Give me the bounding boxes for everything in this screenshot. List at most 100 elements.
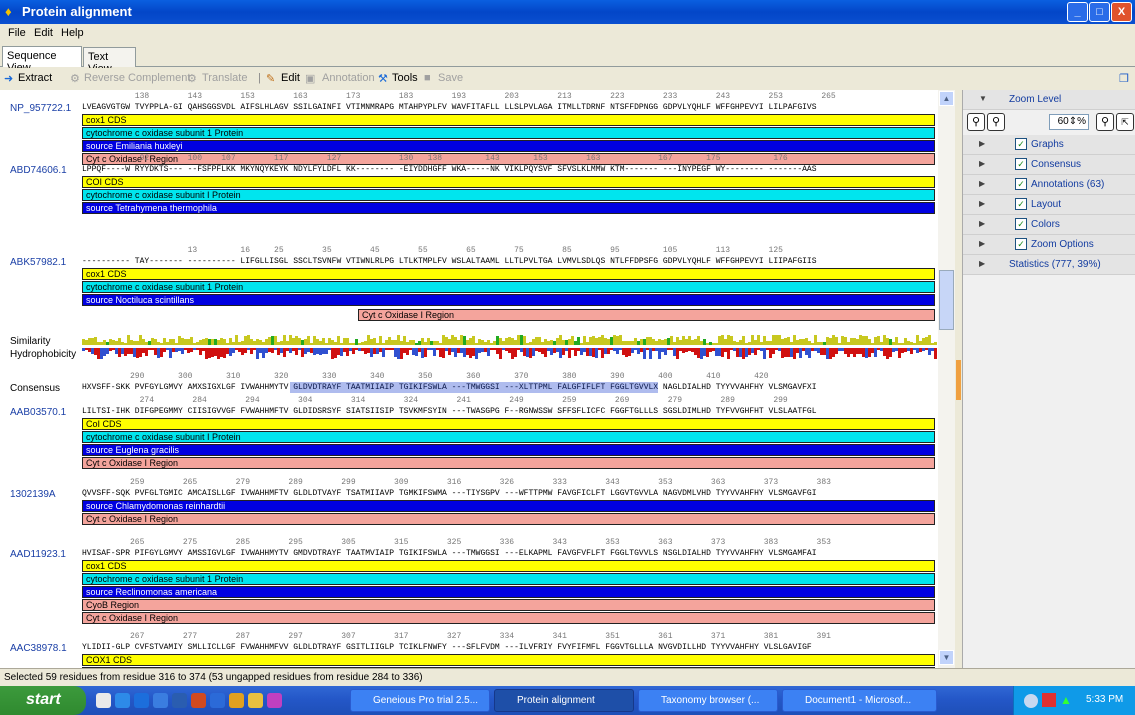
annotation-track[interactable]: cox1 CDS	[82, 268, 935, 280]
scroll-thumb[interactable]	[939, 270, 954, 330]
layout-checkbox[interactable]: ✓	[1015, 198, 1027, 210]
annotation-track[interactable]: source Reclinomonas americana	[82, 586, 935, 598]
tray-icon[interactable]	[1024, 694, 1038, 708]
taskbar-item-geneious[interactable]: Geneious Pro trial 2.5...	[350, 689, 490, 712]
quicklaunch-icon[interactable]	[191, 693, 206, 708]
minimize-button[interactable]: _	[1067, 2, 1088, 22]
menu-file[interactable]: File	[8, 27, 26, 39]
quicklaunch-icon[interactable]	[267, 693, 282, 708]
start-button[interactable]: start	[0, 686, 86, 715]
sequence-name[interactable]: 1302139A	[10, 489, 56, 500]
sequence-residues[interactable]: HVISAF-SPR PIFGYLGMVY AMSSIGVLGF IVWAHHM…	[82, 549, 937, 558]
section-statistics[interactable]: ▶ Statistics (777, 39%)	[963, 255, 1135, 275]
annotation-track[interactable]: Cyt c Oxidase I Region	[82, 457, 935, 469]
quicklaunch-icon[interactable]	[134, 693, 149, 708]
taskbar-item-protein-alignment[interactable]: Protein alignment	[494, 689, 634, 712]
section-colors[interactable]: ▶ ✓ Colors	[963, 215, 1135, 235]
section-zoom-options[interactable]: ▶ ✓ Zoom Options	[963, 235, 1135, 255]
menu-help[interactable]: Help	[61, 27, 84, 39]
taskbar-item-document1[interactable]: Document1 - Microsof...	[782, 689, 937, 712]
annotation-track[interactable]: Cyt c Oxidase I Region	[82, 612, 935, 624]
zoom-level-header[interactable]: ▼ Zoom Level	[963, 90, 1135, 110]
position-ruler: 267 277 287 297 307 317 327 334 341 351 …	[82, 632, 831, 641]
annotation-track[interactable]: COI CDS	[82, 176, 935, 188]
quicklaunch-icon[interactable]	[96, 693, 111, 708]
sequence-name[interactable]: ABK57982.1	[10, 257, 66, 268]
save-button[interactable]: Save	[438, 72, 463, 84]
taskbar-item-taxonomy-browser[interactable]: Taxonomy browser (...	[638, 689, 778, 712]
annotation-button[interactable]: Annotation	[322, 72, 375, 84]
graphs-checkbox[interactable]: ✓	[1015, 138, 1027, 150]
close-button[interactable]: X	[1111, 2, 1132, 22]
extract-button[interactable]: Extract	[18, 72, 52, 84]
annotation-track[interactable]: CyoB Region	[82, 599, 935, 611]
tab-sequence-view[interactable]: Sequence View	[2, 46, 82, 74]
panel-splitter[interactable]	[956, 360, 961, 400]
sequence-residues[interactable]: QVVSFF-SQK PVFGLTGMIC AMCAISLLGF IVWAHHM…	[82, 489, 937, 498]
annotation-track[interactable]: COX1 CDS	[82, 654, 935, 666]
sequence-residues[interactable]: LVEAGVGTGW TVYPPLA-GI QAHSGGSVDL AIFSLHL…	[82, 103, 937, 112]
word-icon[interactable]	[172, 693, 187, 708]
network-icon[interactable]: ▲	[1060, 693, 1072, 707]
zoom-to-fit-icon[interactable]: ⇱	[1116, 113, 1134, 131]
zoom-to-selection-icon[interactable]: ⚲	[1096, 113, 1114, 131]
annotation-track[interactable]: CoI CDS	[82, 418, 935, 430]
quicklaunch-icon[interactable]	[248, 693, 263, 708]
annotation-track[interactable]: source Noctiluca scintillans	[82, 294, 935, 306]
annotation-track[interactable]: Cyt c Oxidase I Region	[358, 309, 935, 321]
section-consensus[interactable]: ▶ ✓ Consensus	[963, 155, 1135, 175]
consensus-checkbox[interactable]: ✓	[1015, 158, 1027, 170]
tab-text-view[interactable]: Text View	[83, 47, 136, 75]
sequence-name[interactable]: ABD74606.1	[10, 165, 67, 176]
zoom-in-icon[interactable]: ⚲	[967, 113, 985, 131]
menu-edit[interactable]: Edit	[34, 27, 53, 39]
annotations-checkbox[interactable]: ✓	[1015, 178, 1027, 190]
security-alert-icon[interactable]	[1042, 693, 1056, 707]
sequence-residues[interactable]: ---------- TAY------- ---------- LIFGLLI…	[82, 257, 937, 266]
maximize-button[interactable]: □	[1089, 2, 1110, 22]
section-graphs[interactable]: ▶ ✓ Graphs	[963, 135, 1135, 155]
sequence-name[interactable]: AAD11923.1	[10, 549, 66, 560]
hydrophobicity-label: Hydrophobicity	[10, 349, 77, 360]
edit-button[interactable]: Edit	[281, 72, 300, 84]
detach-window-icon[interactable]: ❐	[1119, 72, 1129, 85]
sequence-name[interactable]: NP_957722.1	[10, 103, 71, 114]
ie-icon[interactable]	[115, 693, 130, 708]
title-bar: ♦ Protein alignment _ □ X	[0, 0, 1135, 24]
annotation-track[interactable]: cytochrome c oxidase subunit I Protein	[82, 189, 935, 201]
sequence-name[interactable]: AAC38978.1	[10, 643, 67, 654]
annotation-track[interactable]: cox1 CDS	[82, 560, 935, 572]
scroll-up-button[interactable]: ▲	[939, 91, 954, 106]
zoom-options-checkbox[interactable]: ✓	[1015, 238, 1027, 250]
folder-icon[interactable]	[229, 693, 244, 708]
sequence-residues[interactable]: YLIDII-GLP CVFSTVAMIY SMLLICLLGF FVWAHHM…	[82, 643, 937, 652]
section-label: Consensus	[1031, 159, 1082, 170]
annotation-track[interactable]: source Emiliania huxleyi	[82, 140, 935, 152]
alignment-view[interactable]: NP_957722.1 138 143 153 163 173 183 193 …	[0, 90, 955, 668]
annotation-track[interactable]: cytochrome c oxidase subunit 1 Protein	[82, 281, 935, 293]
section-annotations[interactable]: ▶ ✓ Annotations (63)	[963, 175, 1135, 195]
colors-checkbox[interactable]: ✓	[1015, 218, 1027, 230]
sequence-residues[interactable]: LPPQF----W RYYDKTS--- --FSFPFLKK MKYNQYK…	[82, 165, 937, 174]
annotation-track[interactable]: source Tetrahymena thermophila	[82, 202, 935, 214]
sequence-name[interactable]: AAB03570.1	[10, 407, 66, 418]
section-layout[interactable]: ▶ ✓ Layout	[963, 195, 1135, 215]
annotation-track[interactable]: source Chlamydomonas reinhardtii	[82, 500, 935, 512]
quicklaunch-icon[interactable]	[210, 693, 225, 708]
zoom-out-icon[interactable]: ⚲	[987, 113, 1005, 131]
tools-button[interactable]: Tools	[392, 72, 418, 84]
annotation-track[interactable]: cytochrome c oxidase subunit 1 Protein	[82, 127, 935, 139]
annotation-track[interactable]: source Euglena gracilis	[82, 444, 935, 456]
quicklaunch-icon[interactable]	[153, 693, 168, 708]
annotation-track[interactable]: Cyt c Oxidase I Region	[82, 513, 935, 525]
reverse-complement-button[interactable]: Reverse Complement	[84, 72, 190, 84]
annotation-track[interactable]: cytochrome c oxidase subunit I Protein	[82, 431, 935, 443]
annotation-track[interactable]: cytochrome c oxidase subunit 1 Protein	[82, 573, 935, 585]
app-window: ♦ Protein alignment _ □ X File Edit Help…	[0, 0, 1135, 686]
vertical-scrollbar[interactable]: ▲ ▼	[938, 90, 955, 668]
scroll-down-button[interactable]: ▼	[939, 650, 954, 665]
annotation-track[interactable]: cox1 CDS	[82, 114, 935, 126]
zoom-value-field[interactable]: 60⇕%	[1049, 114, 1089, 130]
translate-button[interactable]: Translate	[202, 72, 247, 84]
sequence-residues[interactable]: LILTSI-IHK DIFGPEGMMY CIISIGVVGF FVWAHHM…	[82, 407, 937, 416]
